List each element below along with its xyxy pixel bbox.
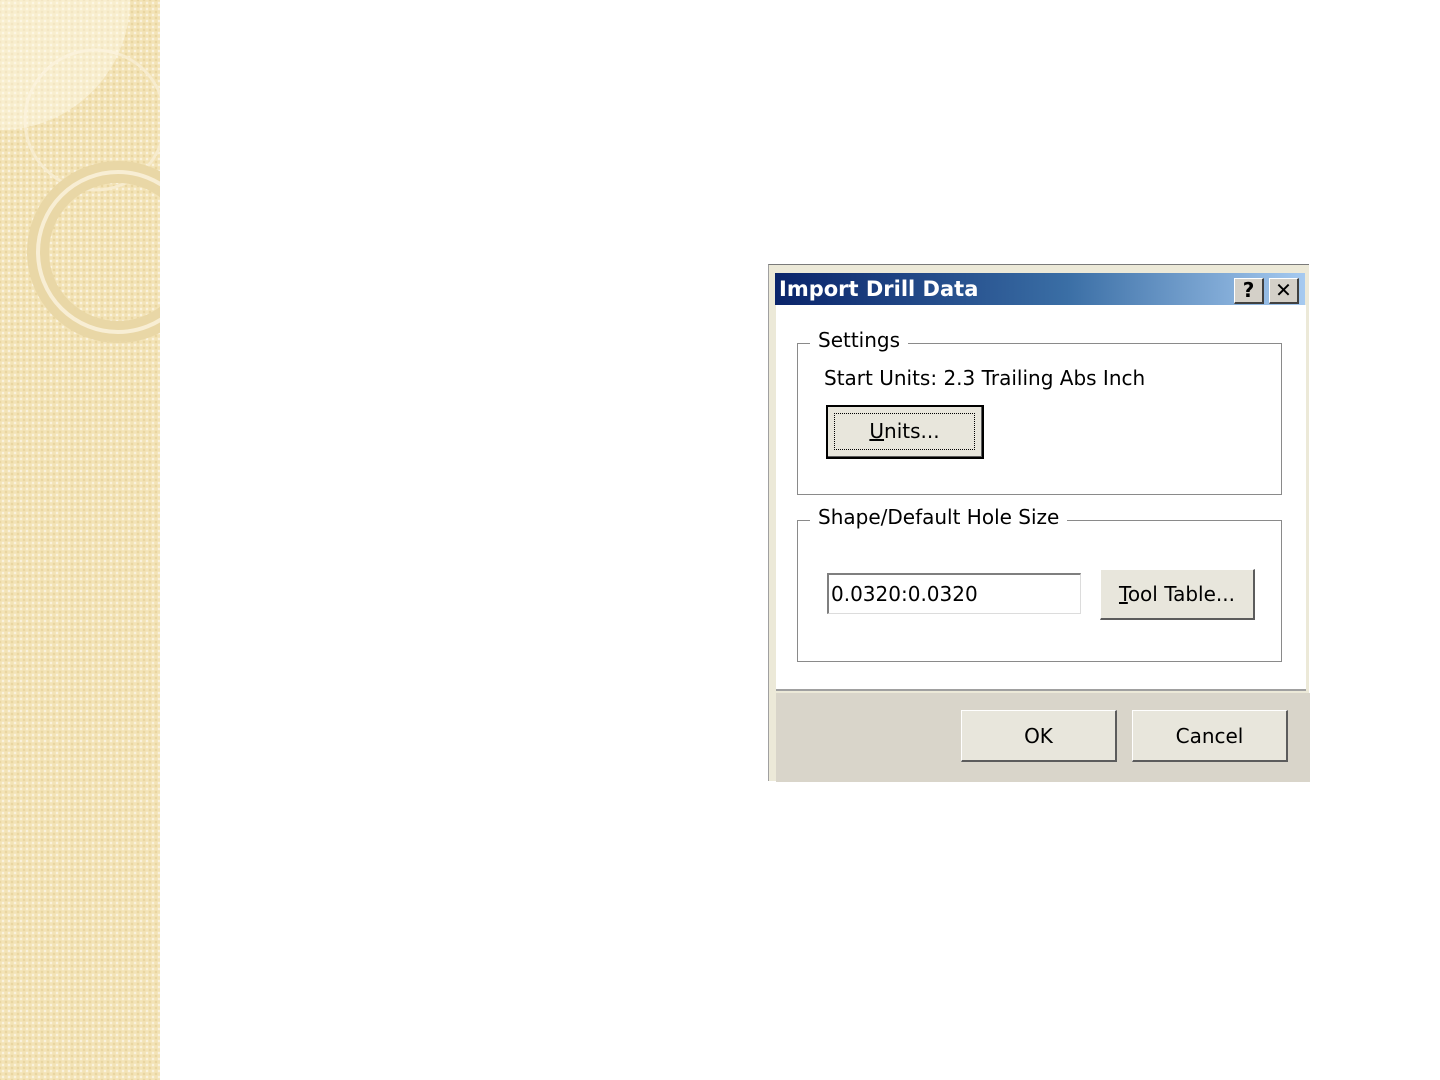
dialog-body: Settings Start Units: 2.3 Trailing Abs I… [776,305,1306,691]
start-units-text: Start Units: 2.3 Trailing Abs Inch [824,366,1146,390]
ok-button[interactable]: OK [961,710,1117,762]
close-button[interactable]: ✕ [1269,278,1299,304]
settings-group: Settings Start Units: 2.3 Trailing Abs I… [797,328,1282,495]
units-button-label: Units... [869,419,940,443]
cancel-button[interactable]: Cancel [1132,710,1288,762]
units-button[interactable]: Units... [826,405,984,459]
slide-decoration-strip [0,0,160,1080]
dialog-titlebar[interactable]: Import Drill Data ? ✕ [775,273,1305,305]
dialog-title: Import Drill Data [779,277,979,301]
dialog-button-bar: OK Cancel [776,693,1310,782]
hole-size-input[interactable] [827,573,1081,614]
shape-group-label: Shape/Default Hole Size [810,505,1068,529]
help-button[interactable]: ? [1234,278,1264,304]
import-drill-data-dialog: Import Drill Data ? ✕ Settings Start Uni… [768,264,1310,782]
shape-default-hole-size-group: Shape/Default Hole Size Tool Table... [797,505,1282,662]
settings-group-label: Settings [810,328,909,352]
decorative-circles [0,0,160,343]
tool-table-button[interactable]: Tool Table... [1100,569,1255,620]
